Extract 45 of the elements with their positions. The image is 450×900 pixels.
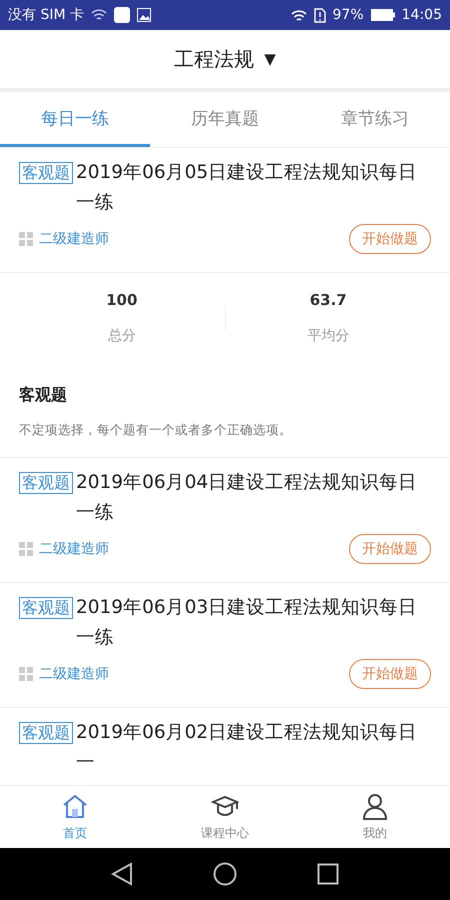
- wifi-icon: [91, 8, 107, 22]
- clock-text: 14:05: [402, 7, 442, 23]
- tab[interactable]: 每日一练: [0, 92, 150, 147]
- exercise-title[interactable]: 2019年06月03日建设工程法规知识每日一练: [76, 593, 431, 653]
- person-icon: [361, 792, 389, 820]
- nav-tab[interactable]: 课程中心: [150, 786, 300, 848]
- battery-percent: 97%: [332, 7, 364, 23]
- category-label: 二级建造师: [39, 665, 110, 683]
- grid-icon: [19, 667, 33, 681]
- start-button[interactable]: 开始做题: [349, 224, 431, 254]
- type-tag: 客观题: [19, 162, 73, 184]
- home-icon: [61, 792, 89, 820]
- square-icon: [114, 7, 130, 23]
- sim-alert-icon: [314, 8, 326, 22]
- tab[interactable]: 章节练习: [300, 92, 450, 147]
- score-label: 平均分: [307, 327, 350, 345]
- nav-tab[interactable]: 首页: [0, 786, 150, 848]
- tab[interactable]: 历年真题: [150, 92, 300, 147]
- home-circle-icon[interactable]: [213, 862, 237, 886]
- category-label: 二级建造师: [39, 540, 110, 558]
- image-icon: [137, 8, 151, 22]
- score-value: 63.7: [310, 291, 347, 309]
- exercise-title[interactable]: 2019年06月04日建设工程法规知识每日一练: [76, 468, 431, 528]
- type-tag: 客观题: [19, 597, 73, 619]
- carrier-text: 没有 SIM 卡: [8, 6, 84, 24]
- type-tag: 客观题: [19, 472, 73, 494]
- type-tag: 客观题: [19, 722, 73, 744]
- grid-icon: [19, 542, 33, 556]
- exercise-title[interactable]: 2019年06月02日建设工程法规知识每日一: [76, 718, 431, 778]
- nav-tab[interactable]: 我的: [300, 786, 450, 848]
- wifi-icon: [290, 8, 307, 22]
- page-title: 工程法规: [174, 46, 254, 72]
- section-note: 不定项选择，每个题有一个或者多个正确选项。: [19, 422, 293, 439]
- start-button[interactable]: 开始做题: [349, 659, 431, 689]
- dropdown-caret[interactable]: ▼: [264, 50, 276, 68]
- grid-icon: [19, 232, 33, 246]
- battery-icon: [370, 9, 395, 21]
- category-label: 二级建造师: [39, 230, 110, 248]
- back-icon[interactable]: [111, 862, 133, 886]
- section-title: 客观题: [19, 385, 68, 406]
- score-label: 总分: [108, 327, 136, 345]
- score-value: 100: [106, 291, 138, 309]
- start-button[interactable]: 开始做题: [349, 534, 431, 564]
- recents-icon[interactable]: [317, 863, 339, 885]
- exercise-title[interactable]: 2019年06月05日建设工程法规知识每日一练: [76, 158, 431, 218]
